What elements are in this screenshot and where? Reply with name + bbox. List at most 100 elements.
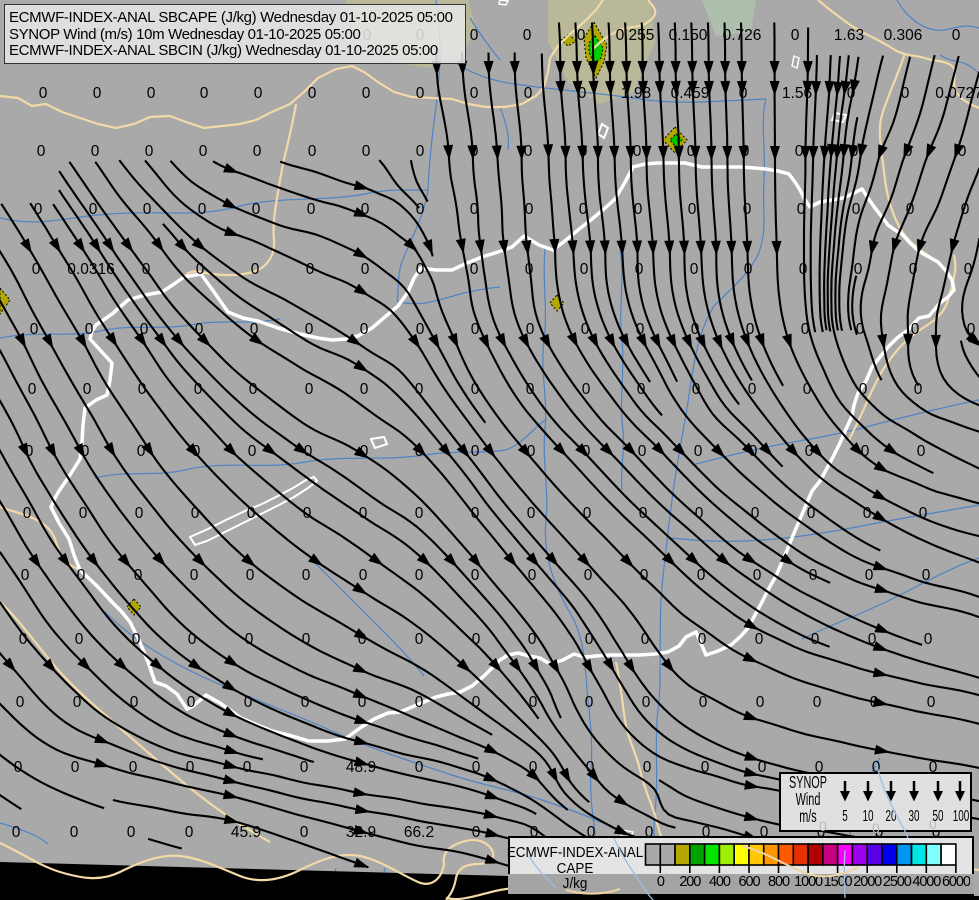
- svg-text:6000: 6000: [942, 874, 970, 890]
- svg-text:0: 0: [694, 443, 703, 460]
- svg-text:0: 0: [135, 505, 144, 522]
- svg-text:0: 0: [917, 443, 926, 460]
- svg-text:0: 0: [633, 143, 642, 160]
- svg-text:0: 0: [415, 505, 424, 522]
- svg-text:400: 400: [709, 874, 731, 890]
- svg-text:0: 0: [854, 261, 863, 278]
- svg-text:0: 0: [28, 381, 37, 398]
- svg-text:800: 800: [768, 874, 790, 890]
- svg-text:0: 0: [359, 567, 368, 584]
- svg-text:0: 0: [415, 759, 424, 776]
- svg-text:0: 0: [580, 261, 589, 278]
- svg-text:0: 0: [127, 824, 136, 841]
- svg-text:0: 0: [305, 321, 314, 338]
- svg-text:0: 0: [251, 261, 260, 278]
- svg-text:0: 0: [416, 201, 425, 218]
- svg-text:600: 600: [739, 874, 761, 890]
- svg-text:0: 0: [470, 85, 479, 102]
- svg-text:0: 0: [415, 567, 424, 584]
- svg-text:0: 0: [199, 143, 208, 160]
- svg-text:0: 0: [91, 143, 100, 160]
- svg-text:0: 0: [643, 759, 652, 776]
- svg-text:0: 0: [585, 694, 594, 711]
- svg-text:0: 0: [93, 85, 102, 102]
- svg-text:1.63: 1.63: [834, 27, 864, 44]
- svg-text:0: 0: [39, 85, 48, 102]
- svg-text:0: 0: [147, 85, 156, 102]
- svg-text:0: 0: [471, 567, 480, 584]
- svg-text:0: 0: [952, 27, 961, 44]
- svg-text:0: 0: [75, 631, 84, 648]
- svg-text:0: 0: [924, 631, 933, 648]
- svg-text:0: 0: [305, 381, 314, 398]
- svg-text:0: 0: [248, 443, 257, 460]
- svg-text:0: 0: [791, 27, 800, 44]
- svg-text:0: 0: [523, 27, 532, 44]
- svg-text:0: 0: [416, 321, 425, 338]
- svg-text:0: 0: [246, 567, 255, 584]
- svg-text:2500: 2500: [883, 874, 912, 890]
- svg-text:0: 0: [16, 694, 25, 711]
- svg-text:0: 0: [360, 381, 369, 398]
- svg-text:0: 0: [688, 201, 697, 218]
- svg-text:200: 200: [679, 874, 701, 890]
- svg-text:0: 0: [756, 694, 765, 711]
- svg-text:0: 0: [852, 201, 861, 218]
- svg-text:0: 0: [186, 759, 195, 776]
- svg-text:0: 0: [415, 631, 424, 648]
- svg-text:0: 0: [300, 759, 309, 776]
- svg-text:0: 0: [584, 567, 593, 584]
- svg-text:0: 0: [471, 443, 480, 460]
- svg-text:0: 0: [362, 143, 371, 160]
- svg-text:0: 0: [470, 261, 479, 278]
- svg-text:0: 0: [416, 143, 425, 160]
- svg-text:0: 0: [308, 143, 317, 160]
- svg-text:0: 0: [200, 85, 209, 102]
- svg-text:0: 0: [657, 874, 665, 890]
- svg-text:0: 0: [582, 381, 591, 398]
- svg-text:0: 0: [362, 85, 371, 102]
- svg-text:0: 0: [85, 321, 94, 338]
- svg-text:0: 0: [527, 505, 536, 522]
- svg-text:0: 0: [524, 143, 533, 160]
- svg-text:1500: 1500: [824, 874, 853, 890]
- svg-text:1000: 1000: [794, 874, 823, 890]
- svg-text:0: 0: [755, 631, 764, 648]
- svg-text:0: 0: [307, 201, 316, 218]
- svg-text:0: 0: [300, 824, 309, 841]
- svg-text:0: 0: [642, 694, 651, 711]
- svg-text:0: 0: [416, 85, 425, 102]
- svg-text:0: 0: [30, 321, 39, 338]
- svg-text:0: 0: [690, 261, 699, 278]
- svg-text:0: 0: [32, 261, 41, 278]
- svg-text:0.255: 0.255: [616, 27, 655, 44]
- svg-text:4000: 4000: [912, 874, 941, 890]
- svg-text:0: 0: [525, 201, 534, 218]
- svg-text:0: 0: [472, 824, 481, 841]
- svg-text:0: 0: [132, 631, 141, 648]
- svg-text:0: 0: [185, 824, 194, 841]
- svg-text:0: 0: [145, 143, 154, 160]
- svg-text:0: 0: [21, 567, 30, 584]
- svg-text:66.2: 66.2: [404, 824, 434, 841]
- svg-text:0.306: 0.306: [884, 27, 923, 44]
- svg-text:0: 0: [190, 567, 199, 584]
- svg-text:0: 0: [577, 27, 586, 44]
- svg-text:0: 0: [243, 759, 252, 776]
- svg-text:0: 0: [927, 694, 936, 711]
- svg-text:0: 0: [360, 321, 369, 338]
- svg-text:0: 0: [524, 85, 533, 102]
- svg-text:0: 0: [187, 694, 196, 711]
- svg-text:0: 0: [692, 381, 701, 398]
- svg-text:0: 0: [253, 143, 262, 160]
- svg-text:0: 0: [70, 824, 79, 841]
- svg-text:2000: 2000: [853, 874, 882, 890]
- svg-text:0: 0: [308, 85, 317, 102]
- svg-text:0: 0: [37, 143, 46, 160]
- svg-text:0: 0: [361, 261, 370, 278]
- svg-text:0: 0: [635, 261, 644, 278]
- svg-text:0: 0: [470, 27, 479, 44]
- svg-text:0: 0: [83, 381, 92, 398]
- svg-text:0: 0: [302, 567, 311, 584]
- svg-text:0: 0: [698, 631, 707, 648]
